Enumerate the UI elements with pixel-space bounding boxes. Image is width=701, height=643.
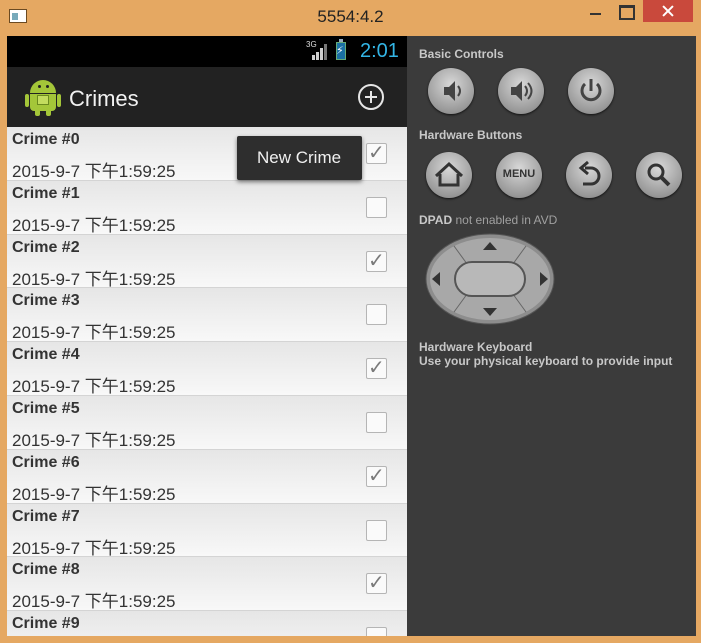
crime-list-item[interactable]: Crime #4 2015-9-7 下午1:59:25 ✓ bbox=[7, 342, 407, 396]
crime-list-item[interactable]: Crime #7 2015-9-7 下午1:59:25 ✓ bbox=[7, 503, 407, 558]
back-button[interactable] bbox=[566, 152, 612, 198]
minimize-button[interactable] bbox=[582, 0, 608, 22]
solved-checkbox[interactable]: ✓ bbox=[366, 519, 387, 541]
crime-title: Crime #7 bbox=[12, 507, 80, 525]
status-clock: 2:01 bbox=[360, 40, 399, 62]
overflow-popup-menu: New Crime bbox=[237, 136, 362, 180]
checkmark-icon: ✓ bbox=[368, 570, 385, 595]
hardware-keyboard-title: Hardware Keyboard bbox=[419, 340, 533, 354]
search-button[interactable] bbox=[636, 152, 682, 198]
crime-list-item[interactable]: Crime #6 2015-9-7 下午1:59:25 ✓ bbox=[7, 449, 407, 504]
app-title: Crimes bbox=[69, 86, 139, 111]
crime-title: Crime #4 bbox=[12, 346, 80, 364]
solved-checkbox[interactable]: ✓ bbox=[366, 140, 387, 164]
emulator-controls-panel: Basic Controls Hardware Buttons MENU DPA… bbox=[407, 36, 696, 636]
crime-title: Crime #0 bbox=[12, 131, 80, 148]
volume-down-button[interactable] bbox=[428, 68, 474, 114]
dpad-label-text: DPAD bbox=[419, 213, 453, 227]
device-screen: 3G 2:01 Crimes Crime #0 2015-9-7 下午1:59:2… bbox=[7, 36, 407, 636]
crime-date: 2015-9-7 下午1:59:25 bbox=[12, 538, 176, 558]
network-type-label: 3G bbox=[306, 40, 317, 49]
back-icon bbox=[578, 160, 601, 186]
solved-checkbox[interactable]: ✓ bbox=[366, 627, 387, 636]
crime-date: 2015-9-7 下午1:59:25 bbox=[12, 430, 176, 450]
crime-list-item[interactable]: Crime #5 2015-9-7 下午1:59:25 ✓ bbox=[7, 395, 407, 450]
crime-date: 2015-9-7 下午1:59:25 bbox=[12, 269, 176, 289]
menu-button-label: MENU bbox=[502, 168, 536, 180]
crime-list-item[interactable]: Crime #8 2015-9-7 下午1:59:25 ✓ bbox=[7, 557, 407, 611]
crime-title: Crime #3 bbox=[12, 292, 80, 310]
maximize-button[interactable] bbox=[612, 0, 638, 22]
volume-up-icon bbox=[511, 81, 533, 101]
crime-date: 2015-9-7 下午1:59:25 bbox=[12, 377, 176, 397]
power-icon bbox=[580, 79, 602, 102]
solved-checkbox[interactable]: ✓ bbox=[366, 355, 387, 380]
crime-title: Crime #1 bbox=[12, 184, 80, 202]
crime-list-item[interactable]: Crime #9 ✓ bbox=[7, 611, 407, 636]
crime-list-item[interactable]: Crime #1 2015-9-7 下午1:59:25 ✓ bbox=[7, 180, 407, 235]
solved-checkbox[interactable]: ✓ bbox=[366, 196, 387, 218]
new-crime-menu-item[interactable]: New Crime bbox=[257, 148, 341, 168]
checkmark-icon: ✓ bbox=[368, 247, 385, 272]
crime-list-item[interactable]: Crime #2 2015-9-7 下午1:59:25 ✓ bbox=[7, 234, 407, 289]
basic-controls-label: Basic Controls bbox=[419, 47, 504, 61]
crime-date: 2015-9-7 下午1:59:25 bbox=[12, 215, 176, 235]
dpad-label: DPAD not enabled in AVD bbox=[419, 213, 557, 227]
solved-checkbox[interactable]: ✓ bbox=[366, 247, 387, 272]
home-button[interactable] bbox=[426, 152, 472, 198]
power-button[interactable] bbox=[568, 68, 614, 114]
crime-list[interactable]: Crime #0 2015-9-7 下午1:59:25 ✓ Crime #1 2015-… bbox=[7, 127, 407, 636]
checkmark-icon: ✓ bbox=[368, 462, 385, 487]
crime-title: Crime #9 bbox=[12, 615, 80, 633]
checkmark-icon: ✓ bbox=[368, 140, 385, 164]
solved-checkbox[interactable]: ✓ bbox=[366, 304, 387, 326]
hardware-buttons-label: Hardware Buttons bbox=[419, 128, 523, 142]
crime-title: Crime #6 bbox=[12, 453, 80, 471]
status-bar: 3G 2:01 bbox=[7, 36, 407, 67]
crime-date: 2015-9-7 下午1:59:25 bbox=[12, 484, 176, 504]
crime-title: Crime #8 bbox=[12, 561, 80, 579]
dpad-note: not enabled in AVD bbox=[455, 213, 558, 227]
search-icon bbox=[647, 163, 671, 187]
crime-title: Crime #2 bbox=[12, 238, 80, 256]
crime-date: 2015-9-7 下午1:59:25 bbox=[12, 162, 176, 181]
solved-checkbox[interactable]: ✓ bbox=[366, 411, 387, 433]
app-logo-icon[interactable] bbox=[25, 79, 61, 116]
crime-title: Crime #5 bbox=[12, 399, 80, 417]
volume-up-button[interactable] bbox=[498, 68, 544, 114]
close-button[interactable] bbox=[643, 0, 693, 22]
hardware-keyboard-note: Use your physical keyboard to provide in… bbox=[419, 354, 673, 368]
crime-list-item[interactable]: Crime #3 2015-9-7 下午1:59:25 ✓ bbox=[7, 288, 407, 342]
add-crime-icon[interactable] bbox=[358, 84, 384, 110]
dpad-control[interactable] bbox=[424, 232, 556, 326]
solved-checkbox[interactable]: ✓ bbox=[366, 570, 387, 595]
volume-down-icon bbox=[444, 81, 461, 101]
window-titlebar: 5554:4.2 bbox=[0, 0, 701, 36]
menu-button[interactable]: MENU bbox=[496, 152, 542, 198]
battery-charging-icon bbox=[336, 39, 346, 60]
crime-date: 2015-9-7 下午1:59:25 bbox=[12, 592, 176, 612]
action-bar: Crimes bbox=[7, 67, 407, 127]
home-icon bbox=[434, 161, 464, 187]
dpad-graphic bbox=[425, 233, 555, 325]
checkmark-icon: ✓ bbox=[368, 355, 385, 380]
solved-checkbox[interactable]: ✓ bbox=[366, 462, 387, 487]
signal-icon: 3G bbox=[306, 40, 327, 60]
crime-date: 2015-9-7 下午1:59:25 bbox=[12, 323, 176, 343]
